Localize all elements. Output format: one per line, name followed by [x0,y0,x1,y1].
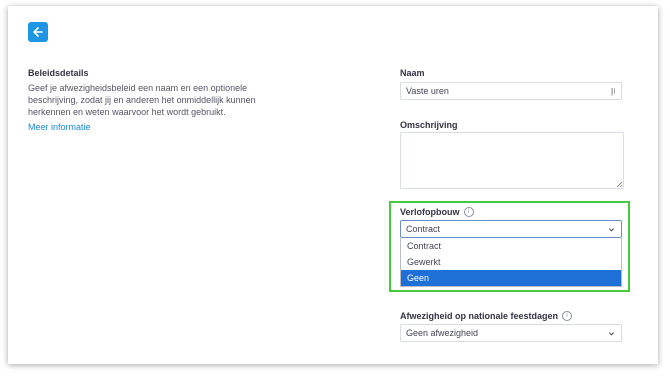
info-icon[interactable]: i [562,311,573,321]
holiday-label: Afwezigheid op nationale feestdagen i [400,311,573,321]
accrual-option-geen[interactable]: Geen [401,270,621,286]
description-textarea[interactable] [400,132,624,189]
description-label-text: Omschrijving [400,120,458,130]
chevron-down-icon [608,228,615,232]
chevron-down-icon [608,332,615,336]
info-icon[interactable]: i [463,207,474,217]
resize-grip-icon[interactable] [616,181,622,187]
holiday-select-value: Geen afwezigheid [406,328,479,338]
name-input[interactable]: Vaste uren |⁝ [400,82,622,100]
section-title: Beleidsdetails [28,68,89,78]
accrual-label-text: Verlofopbouw [400,207,460,217]
arrow-left-icon [33,27,43,37]
text-cursor-icon: |⁝ [611,87,616,96]
name-label-text: Naam [400,68,425,78]
holiday-label-text: Afwezigheid op nationale feestdagen [400,311,559,321]
holiday-select[interactable]: Geen afwezigheid [400,324,622,342]
name-label: Naam [400,68,425,78]
page-frame: Beleidsdetails Geef je afwezigheidsbelei… [8,6,658,364]
accrual-select[interactable]: Contract [400,220,622,238]
more-info-link[interactable]: Meer informatie [28,122,91,132]
accrual-label: Verlofopbouw i [400,207,474,217]
accrual-select-value: Contract [406,224,441,234]
section-description: Geef je afwezigheidsbeleid een naam en e… [28,83,256,117]
accrual-dropdown: Contract Gewerkt Geen [400,238,622,287]
name-input-value: Vaste uren [406,86,449,96]
description-label: Omschrijving [400,120,458,130]
accrual-option-contract[interactable]: Contract [401,238,621,254]
accrual-option-gewerkt[interactable]: Gewerkt [401,254,621,270]
back-button[interactable] [28,22,48,42]
